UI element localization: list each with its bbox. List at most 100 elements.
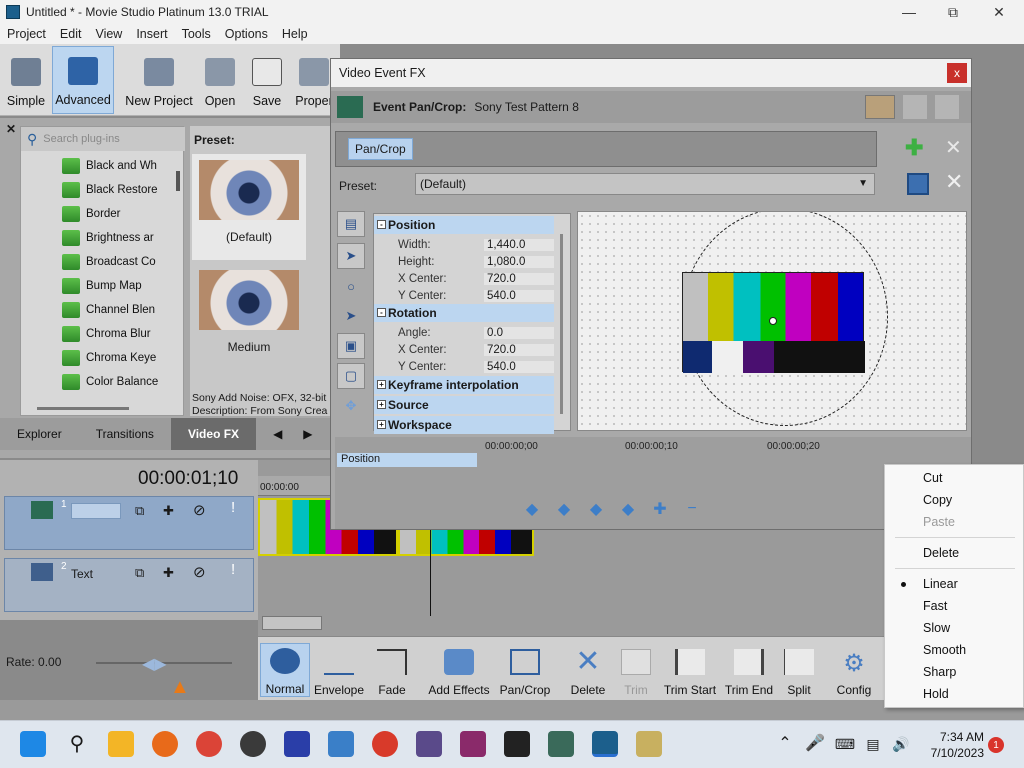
envelope-tool-button[interactable]: Envelope bbox=[314, 643, 364, 697]
prop-y-center[interactable]: Y Center: 540.0 bbox=[398, 287, 554, 304]
app-red-icon[interactable] bbox=[372, 731, 398, 757]
trim-start-button[interactable]: Trim Start bbox=[662, 643, 718, 697]
remove-plugin-icon[interactable]: ✕ bbox=[945, 135, 962, 160]
tab-next-icon[interactable]: ▶ bbox=[299, 427, 316, 441]
horizontal-scrollbar[interactable] bbox=[37, 407, 129, 410]
delete-keyframe-icon[interactable]: − bbox=[681, 499, 703, 519]
playback-rate-marker[interactable]: ▲ bbox=[170, 676, 190, 699]
chain-view-icon[interactable] bbox=[865, 95, 895, 119]
menu-item-copy[interactable]: Copy bbox=[923, 493, 952, 507]
volume-icon[interactable]: 🔊 bbox=[888, 731, 914, 757]
plugin-item[interactable]: Broadcast Co bbox=[62, 252, 162, 272]
split-view-icon[interactable] bbox=[903, 95, 927, 119]
notification-badge[interactable]: 1 bbox=[988, 737, 1004, 753]
menu-item-cut[interactable]: Cut bbox=[923, 471, 942, 485]
close-pane-icon[interactable]: ✕ bbox=[6, 122, 16, 136]
advanced-button[interactable]: Advanced bbox=[52, 46, 114, 114]
composite-mode-icon[interactable]: ⧉ bbox=[135, 565, 144, 581]
preset-thumb-medium[interactable]: Medium bbox=[192, 264, 306, 370]
normal-edit-tool-icon[interactable]: ➤ bbox=[337, 243, 365, 269]
menu-item-delete[interactable]: Delete bbox=[923, 546, 959, 560]
prop-height[interactable]: Height: 1,080.0 bbox=[398, 253, 554, 270]
group-keyframe-interpolation[interactable]: + Keyframe interpolation bbox=[374, 376, 554, 394]
menu-help[interactable]: Help bbox=[275, 27, 315, 41]
save-preset-icon[interactable] bbox=[907, 173, 929, 195]
menu-item-slow[interactable]: Slow bbox=[923, 621, 950, 635]
group-rotation[interactable]: - Rotation bbox=[374, 304, 554, 322]
fx-close-button[interactable]: x bbox=[947, 63, 967, 83]
simple-button[interactable]: Simple bbox=[4, 46, 48, 114]
microphone-icon[interactable]: 🎤 bbox=[802, 731, 828, 757]
solo-icon[interactable]: ! bbox=[231, 499, 235, 516]
tab-video-fx[interactable]: Video FX bbox=[170, 418, 257, 450]
plugin-item[interactable]: Border bbox=[62, 204, 162, 224]
prop-angle[interactable]: Angle: 0.0 bbox=[398, 324, 554, 341]
keyframe-row-position[interactable]: Position bbox=[337, 453, 477, 467]
show-properties-icon[interactable]: ▤ bbox=[337, 211, 365, 237]
tab-prev-icon[interactable]: ◀ bbox=[256, 427, 299, 441]
motion-icon[interactable]: ✚ bbox=[163, 565, 174, 581]
plugin-item[interactable]: Color Balance bbox=[62, 372, 162, 392]
move-freely-icon[interactable]: ✥ bbox=[337, 393, 365, 419]
pan-crop-chain-button[interactable]: Pan/Crop bbox=[348, 138, 413, 160]
rate-slider-thumb[interactable]: ◀▶ bbox=[142, 654, 167, 674]
menu-item-hold[interactable]: Hold bbox=[923, 687, 949, 701]
terminal-icon[interactable] bbox=[504, 731, 530, 757]
property-scrollbar[interactable] bbox=[560, 234, 563, 414]
search-icon[interactable]: ⚲ bbox=[64, 731, 90, 757]
delete-preset-icon[interactable]: ✕ bbox=[945, 169, 963, 195]
group-workspace[interactable]: + Workspace bbox=[374, 416, 554, 434]
first-keyframe-icon[interactable]: ◆ bbox=[521, 499, 543, 519]
menu-item-linear[interactable]: Linear bbox=[923, 577, 958, 591]
start-icon[interactable] bbox=[20, 731, 46, 757]
add-keyframe-icon[interactable]: ✚ bbox=[649, 499, 671, 519]
chrome-icon[interactable] bbox=[196, 731, 222, 757]
plugin-item[interactable]: Channel Blen bbox=[62, 300, 162, 320]
plugin-item[interactable]: Brightness ar bbox=[62, 228, 162, 248]
lock-aspect-ratio-icon[interactable]: ▣ bbox=[337, 333, 365, 359]
scrollbar-thumb[interactable] bbox=[176, 171, 180, 191]
size-about-center-icon[interactable]: ▢ bbox=[337, 363, 365, 389]
plugin-item[interactable]: Black and Wh bbox=[62, 156, 162, 176]
system-clock[interactable]: 7:34 AM 7/10/2023 bbox=[931, 729, 984, 761]
minimize-button[interactable]: — bbox=[886, 0, 932, 24]
keyboard-icon[interactable]: ⌨ bbox=[832, 731, 858, 757]
settings-app-icon[interactable] bbox=[328, 731, 354, 757]
track-name-field[interactable] bbox=[71, 503, 121, 519]
app-notes-icon[interactable] bbox=[636, 731, 662, 757]
last-keyframe-icon[interactable]: ◆ bbox=[617, 499, 639, 519]
prev-keyframe-icon[interactable]: ◆ bbox=[553, 499, 575, 519]
menu-item-fast[interactable]: Fast bbox=[923, 599, 947, 613]
prop-rot-y-center[interactable]: Y Center: 540.0 bbox=[398, 358, 554, 375]
obs-icon[interactable] bbox=[240, 731, 266, 757]
file-explorer-icon[interactable] bbox=[108, 731, 134, 757]
track-header-video-2[interactable]: 2 Text ⧉ ✚ ⊘ ! bbox=[4, 558, 254, 612]
config-button[interactable]: ⚙ Config bbox=[832, 643, 876, 697]
prop-x-center[interactable]: X Center: 720.0 bbox=[398, 270, 554, 287]
track-header-video-1[interactable]: 1 ⧉ ✚ ⊘ ! bbox=[4, 496, 254, 550]
restore-button[interactable]: ⧉ bbox=[930, 0, 976, 24]
tab-explorer[interactable]: Explorer bbox=[0, 427, 79, 441]
video-app-icon[interactable] bbox=[416, 731, 442, 757]
network-icon[interactable]: ▤ bbox=[860, 731, 886, 757]
menu-item-smooth[interactable]: Smooth bbox=[923, 643, 966, 657]
plugin-item[interactable]: Chroma Blur bbox=[62, 324, 162, 344]
menu-edit[interactable]: Edit bbox=[53, 27, 89, 41]
movie-studio-icon[interactable] bbox=[592, 731, 618, 757]
save-button[interactable]: Save bbox=[248, 46, 286, 114]
trim-end-button[interactable]: Trim End bbox=[722, 643, 776, 697]
search-plugins-input[interactable]: ⚲ Search plug-ins bbox=[21, 127, 185, 151]
firefox-icon[interactable] bbox=[152, 731, 178, 757]
add-effects-button[interactable]: Add Effects bbox=[428, 643, 490, 697]
grid-view-icon[interactable] bbox=[935, 95, 959, 119]
trim-button[interactable]: Trim bbox=[616, 643, 656, 697]
fade-tool-button[interactable]: Fade bbox=[372, 643, 412, 697]
menu-view[interactable]: View bbox=[88, 27, 129, 41]
fx-dialog-titlebar[interactable]: Video Event FX x bbox=[331, 59, 971, 87]
timeline-scrollbar[interactable] bbox=[262, 616, 322, 630]
center-handle[interactable] bbox=[769, 317, 777, 325]
mute-icon[interactable]: ⊘ bbox=[193, 563, 206, 581]
app-window-icon[interactable] bbox=[548, 731, 574, 757]
close-button[interactable]: ✕ bbox=[976, 0, 1022, 24]
preset-thumb-default[interactable]: (Default) bbox=[192, 154, 306, 260]
